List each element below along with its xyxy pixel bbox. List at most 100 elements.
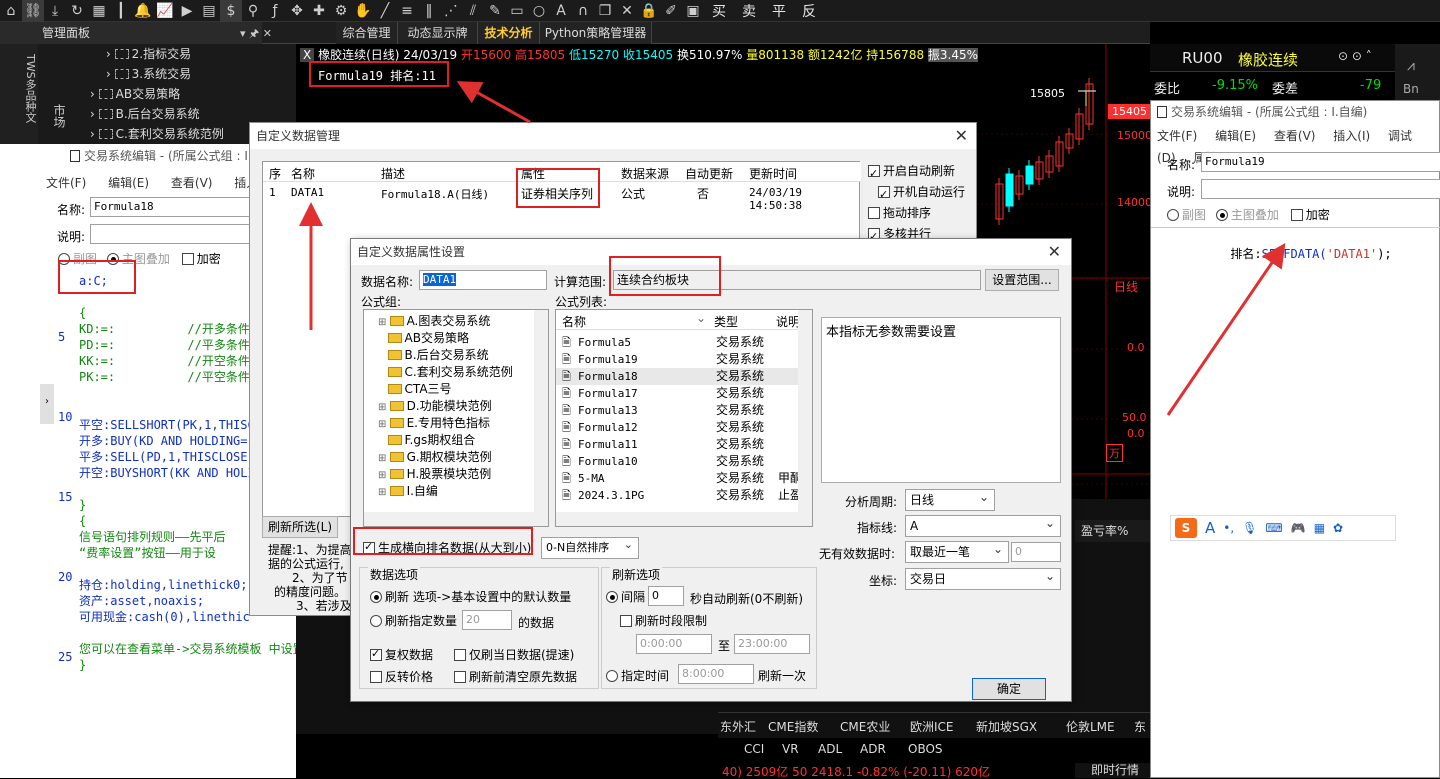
realtime-quote-link[interactable]: 即时行情 — [1075, 763, 1150, 778]
reverse-price-checkbox[interactable] — [370, 671, 382, 683]
col-header[interactable]: 属性 — [521, 165, 545, 182]
formula-row[interactable]: 🗎 2024.3.1PG 交易系统 止盈 — [556, 487, 802, 504]
menu-insert[interactable]: 插入(I) — [1333, 129, 1370, 143]
main-overlay-radio[interactable] — [106, 253, 119, 265]
fixed-time-radio[interactable] — [606, 670, 618, 682]
auto-run-checkbox[interactable] — [878, 184, 890, 205]
time-from-field[interactable]: 0:00:00 — [636, 634, 712, 654]
tree-item[interactable]: › 2.指标交易 — [68, 44, 300, 64]
menu-view[interactable]: 查看(V) — [171, 176, 213, 190]
chart-icon[interactable]: 📈 — [154, 0, 176, 22]
desc-field[interactable] — [1201, 179, 1440, 199]
ok-button[interactable]: 确定 — [972, 678, 1046, 700]
drag-sort-checkbox[interactable] — [868, 207, 880, 219]
clear-before-checkbox[interactable] — [454, 671, 466, 683]
col-header[interactable]: 更新时间 — [749, 165, 797, 182]
formula-row[interactable]: 🗎 Formula11 交易系统 — [556, 436, 800, 453]
encrypt-checkbox[interactable] — [181, 253, 194, 265]
tab-technical-analysis[interactable]: 技术分析 — [478, 22, 540, 44]
pen-icon[interactable]: ✎ — [484, 0, 506, 22]
buy-button[interactable]: 买 — [712, 1, 726, 21]
text-icon[interactable]: A — [550, 0, 572, 22]
ime-keyboard-icon[interactable]: ⌨ — [1265, 521, 1282, 535]
group-item[interactable]: F.gs期权组合 — [378, 432, 548, 449]
col-header[interactable]: 自动更新 — [685, 165, 733, 182]
brush-icon[interactable]: ✐ — [660, 0, 682, 22]
ime-grid-icon[interactable]: ▦ — [1314, 521, 1325, 535]
bottom-tab[interactable]: 伦敦LME — [1066, 718, 1115, 735]
set-range-button[interactable]: 设置范围... — [985, 269, 1059, 291]
hand-icon[interactable]: ✋ — [352, 0, 374, 22]
table-row[interactable]: 1 DATA1 Formula18.A(日线) 证券相关序列 公式 否 24/0… — [263, 184, 861, 212]
scrollbar-h[interactable] — [556, 512, 812, 526]
refresh-count-field[interactable]: 20 — [462, 610, 512, 630]
rect-icon[interactable]: ▭ — [506, 0, 528, 22]
formula-row[interactable]: 🗎 Formula10 交易系统 — [556, 453, 800, 470]
group-item[interactable]: ⊞ A.图表交易系统 — [378, 313, 548, 330]
group-item[interactable]: ⊞ I.自编 — [378, 483, 548, 500]
bottom-tab[interactable]: 东外汇 — [720, 718, 756, 735]
bell-icon[interactable]: 🔔 — [132, 0, 154, 22]
sub-chart-radio[interactable] — [58, 253, 70, 265]
coord-select[interactable]: 交易日 — [905, 566, 1061, 590]
tree-item[interactable]: › AB交易策略 — [68, 84, 300, 104]
formula-row[interactable]: 🗎 Formula18 交易系统 — [556, 368, 800, 385]
col-header[interactable]: 序 — [269, 165, 281, 182]
invalid-num[interactable]: 0 — [1011, 542, 1061, 562]
tab-comprehensive[interactable]: 综合管理 — [336, 22, 398, 44]
fan-icon[interactable]: ⋰ — [440, 0, 462, 22]
gen-rank-checkbox[interactable] — [363, 540, 375, 554]
ime-mic-icon[interactable]: 🎙 — [1242, 521, 1257, 535]
group-item[interactable]: ⊞ H.股票模块范例 — [378, 466, 548, 483]
data-name-field[interactable]: DATA1 — [419, 270, 547, 290]
refresh-selected-button[interactable]: 刷新所选(L) — [262, 516, 338, 538]
group-item[interactable]: B.后台交易系统 — [378, 347, 548, 364]
indicator-tab[interactable]: ADL — [818, 742, 842, 756]
refresh-count-radio[interactable] — [370, 615, 382, 627]
time-to-field[interactable]: 23:00:00 — [734, 634, 810, 654]
close-position-button[interactable]: 平 — [772, 1, 786, 21]
scrollbar-h[interactable] — [364, 512, 548, 526]
line-select[interactable]: A — [905, 513, 1061, 537]
quote-settings-icon[interactable]: ⊙ ⊙ ˄ — [1338, 49, 1372, 63]
today-only-checkbox[interactable] — [454, 649, 466, 661]
line-icon[interactable]: ╱ — [374, 0, 396, 22]
menu-view[interactable]: 查看(V) — [1274, 129, 1316, 143]
play-icon[interactable]: ▶ — [176, 0, 198, 22]
interval-radio[interactable] — [606, 591, 618, 603]
filter-icon[interactable]: ⚲ — [242, 0, 264, 22]
reverse-button[interactable]: 反 — [802, 1, 816, 21]
scrollbar[interactable] — [534, 310, 548, 526]
save-icon[interactable]: ▣ — [682, 0, 704, 22]
copy-icon[interactable]: ❐ — [594, 0, 616, 22]
panel-dropdown-icon[interactable]: ▾ 🖈 ✕ — [240, 25, 272, 44]
cross-icon[interactable]: ✚ — [308, 0, 330, 22]
ime-game-icon[interactable]: 🎮 — [1291, 521, 1306, 535]
download-icon[interactable]: ⤓ — [44, 0, 66, 22]
scrollbar[interactable] — [798, 310, 812, 526]
menu-edit[interactable]: 编辑(E) — [1215, 129, 1256, 143]
group-item[interactable]: ⊞ D.功能模块范例 — [378, 398, 548, 415]
menu-edit[interactable]: 编辑(E) — [108, 176, 149, 190]
tree-item[interactable]: › B.后台交易系统 — [68, 104, 300, 124]
circle-icon[interactable]: ○ — [528, 0, 550, 22]
auto-refresh-checkbox[interactable] — [868, 163, 880, 184]
menu-file[interactable]: 文件(F) — [1157, 129, 1197, 143]
close-icon[interactable]: ✕ — [955, 126, 968, 145]
f-icon[interactable]: ƒ — [264, 0, 286, 22]
range-field[interactable]: 连续合约板块 — [613, 270, 981, 290]
document-icon[interactable]: ▤ — [198, 0, 220, 22]
magnet-icon[interactable]: ∩ — [572, 0, 594, 22]
candlestick-icon[interactable]: ┃ — [110, 0, 132, 22]
home-icon[interactable]: ⌂ — [0, 0, 22, 22]
col-header[interactable]: 描述 — [381, 165, 405, 182]
formula-row[interactable]: 🗎 Formula19 交易系统 — [556, 351, 800, 368]
indicator-tab[interactable]: CCI — [744, 742, 764, 756]
ime-gear-icon[interactable]: ✿ — [1333, 521, 1343, 535]
chart-close-icon[interactable]: X — [300, 48, 315, 62]
lock-icon[interactable]: 🔒 — [638, 0, 660, 22]
close-icon[interactable]: ✕ — [1048, 242, 1061, 261]
move-icon[interactable]: ✥ — [286, 0, 308, 22]
bottom-tab[interactable]: 欧洲ICE — [910, 718, 954, 735]
encrypt-checkbox[interactable] — [1290, 209, 1303, 221]
